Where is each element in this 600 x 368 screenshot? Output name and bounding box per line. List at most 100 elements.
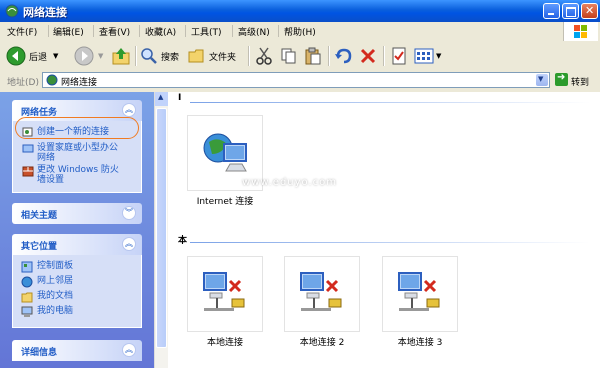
chevron-down-icon[interactable]: ︾: [122, 206, 136, 220]
menu-separator: [185, 25, 186, 37]
search-button[interactable]: 搜索: [140, 45, 179, 67]
connection-label: 本地连接: [206, 338, 243, 348]
place-control-panel[interactable]: 控制面板: [21, 261, 74, 273]
address-dropdown-button[interactable]: ▼: [536, 74, 548, 86]
firewall-icon: [22, 166, 34, 177]
chevron-up-icon[interactable]: ︽: [122, 343, 136, 357]
connection-tile-local-2[interactable]: [284, 256, 360, 332]
related-topics-title: 相关主题: [21, 211, 58, 221]
views-icon: [414, 48, 434, 64]
menu-tools[interactable]: 工具(T): [191, 25, 222, 38]
back-button[interactable]: 后退 ▼: [6, 45, 58, 67]
details-title: 详细信息: [21, 348, 58, 358]
task-home-network-setup[interactable]: 设置家庭或小型办公 网络: [22, 143, 119, 163]
task-label: 墙设置: [37, 175, 65, 185]
other-places-header[interactable]: 其它位置 ︽: [12, 234, 142, 255]
lan-connection-disconnected-icon: [398, 272, 440, 311]
place-my-documents[interactable]: 我的文档: [21, 291, 74, 303]
details-header[interactable]: 详细信息 ︽: [12, 340, 142, 361]
connection-tile-local-1[interactable]: [187, 256, 263, 332]
chevron-down-icon[interactable]: ▼: [53, 52, 58, 60]
undo-button[interactable]: [334, 45, 352, 67]
menu-file[interactable]: 文件(F): [7, 25, 37, 38]
group-title: 本: [178, 236, 188, 246]
menu-bar: 文件(F) 编辑(E) 查看(V) 收藏(A) 工具(T) 高级(N) 帮助(H…: [0, 22, 600, 42]
connection-label: Internet 连接: [196, 197, 254, 207]
go-arrow-icon[interactable]: ➜: [555, 72, 568, 86]
chevron-down-icon[interactable]: ▼: [98, 52, 103, 60]
minimize-button[interactable]: [543, 3, 560, 19]
address-label: 地址(D): [7, 78, 39, 88]
task-label: 更改 Windows 防火: [37, 165, 119, 175]
task-pane-scrollbar[interactable]: ▲: [154, 92, 168, 368]
chevron-up-icon: ▲: [158, 93, 164, 101]
scroll-thumb[interactable]: [156, 108, 167, 348]
menu-edit[interactable]: 编辑(E): [53, 25, 84, 38]
paste-icon: [305, 47, 321, 65]
address-value: 网络连接: [61, 78, 98, 88]
menu-view[interactable]: 查看(V): [99, 25, 130, 38]
go-button[interactable]: 转到: [571, 75, 589, 88]
menu-separator: [278, 25, 279, 37]
group-title: I: [178, 93, 182, 103]
search-icon: [141, 48, 157, 64]
task-change-firewall-settings[interactable]: 更改 Windows 防火 墙设置: [22, 165, 119, 185]
copy-icon: [281, 48, 296, 64]
window-title: 网络连接: [23, 6, 67, 19]
close-icon: ✕: [585, 4, 595, 17]
place-label: 网上邻居: [37, 276, 74, 286]
toolbar: 后退 ▼ ▼ 搜索 文件夹 ▼: [0, 41, 600, 71]
delete-button[interactable]: [359, 45, 377, 67]
toolbar-separator: [383, 46, 385, 66]
menu-separator: [139, 25, 140, 37]
copy-button[interactable]: [280, 45, 298, 67]
chevron-up-icon[interactable]: ︽: [122, 103, 136, 117]
my-computer-icon: [21, 306, 33, 317]
place-label: 控制面板: [37, 261, 74, 271]
task-label: 网络: [37, 153, 56, 163]
maximize-icon: [566, 7, 576, 17]
cut-button[interactable]: [255, 45, 273, 67]
place-my-computer[interactable]: 我的电脑: [21, 306, 74, 317]
place-label: 我的电脑: [37, 306, 74, 316]
chevron-down-icon[interactable]: ▼: [436, 52, 441, 60]
lan-connection-disconnected-icon: [300, 272, 342, 311]
other-places-title: 其它位置: [21, 242, 58, 252]
main-content: I Internet 连接 本 本地连接 本地连接 2 本地连接 3: [168, 92, 600, 368]
internet-connection-icon: [203, 133, 247, 172]
toolbar-separator: [328, 46, 330, 66]
properties-icon: [392, 47, 406, 65]
toolbar-separator: [248, 46, 250, 66]
scroll-up-button[interactable]: ▲: [155, 92, 168, 106]
search-label: 搜索: [161, 52, 180, 63]
up-folder-icon: [112, 48, 130, 65]
control-panel-icon: [21, 261, 33, 273]
related-topics-header[interactable]: 相关主题 ︾: [12, 203, 142, 224]
my-documents-icon: [21, 292, 33, 303]
maximize-button[interactable]: [562, 3, 579, 19]
paste-button[interactable]: [304, 45, 322, 67]
forward-button[interactable]: ▼: [74, 45, 103, 67]
properties-button[interactable]: [390, 45, 408, 67]
menu-help[interactable]: 帮助(H): [284, 25, 316, 38]
network-neighborhood-icon: [21, 276, 33, 288]
menu-advanced[interactable]: 高级(N): [238, 25, 270, 38]
scissors-icon: [256, 47, 272, 65]
views-button[interactable]: ▼: [414, 45, 441, 67]
up-folder-button[interactable]: [111, 45, 131, 67]
close-button[interactable]: ✕: [581, 3, 598, 19]
address-bar: 地址(D) 网络连接 ▼ ➜ 转到: [0, 70, 600, 93]
folder-icon: [188, 49, 204, 63]
chevron-up-icon[interactable]: ︽: [122, 237, 136, 251]
network-connections-icon: [5, 4, 19, 18]
connection-tile-local-3[interactable]: [382, 256, 458, 332]
back-label: 后退: [29, 52, 48, 63]
menu-separator: [93, 25, 94, 37]
place-label: 我的文档: [37, 291, 74, 301]
place-network-neighborhood[interactable]: 网上邻居: [21, 276, 74, 288]
windows-logo-icon: [563, 22, 598, 41]
address-input[interactable]: 网络连接 ▼: [42, 72, 550, 88]
folders-button[interactable]: 文件夹: [188, 45, 236, 67]
task-label: 设置家庭或小型办公: [37, 143, 119, 153]
menu-favorites[interactable]: 收藏(A): [145, 25, 176, 38]
